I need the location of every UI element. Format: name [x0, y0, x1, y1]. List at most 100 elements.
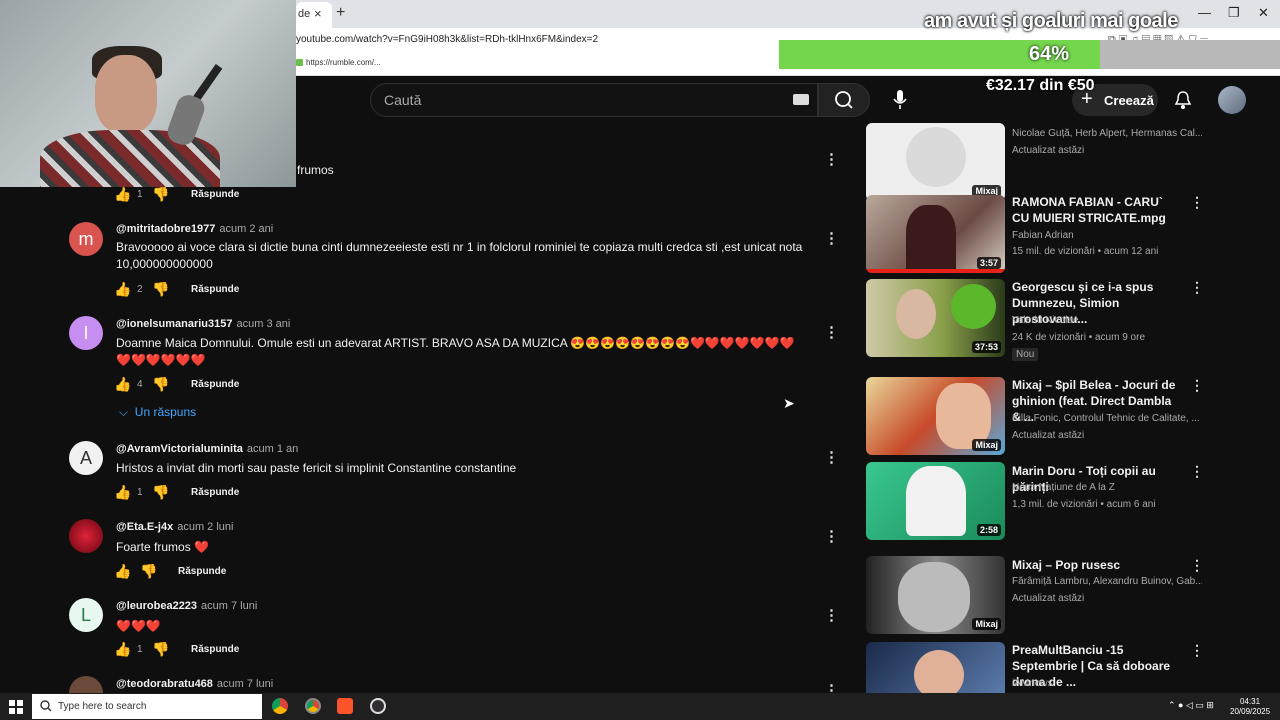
video-meta: 1,3 mil. de vizionări • acum 6 ani [1012, 499, 1156, 510]
video-channel[interactable]: Nicolae Guță, Herb Alpert, Hermanas Cal.… [1012, 128, 1202, 139]
comment-time[interactable]: acum 3 ani [237, 318, 291, 330]
minimize-button[interactable]: — [1198, 5, 1211, 20]
avatar[interactable]: I [69, 316, 103, 350]
comment-author[interactable]: @leurobea2223 acum 7 luni [116, 600, 257, 612]
video-title[interactable]: Mixaj – Pop rusesc [1012, 557, 1182, 573]
reply-button[interactable]: Răspunde [191, 379, 239, 390]
dislike-icon[interactable]: 👎 [152, 186, 169, 203]
more-icon[interactable]: ⋮ [1190, 279, 1204, 296]
comment-time[interactable]: acum 2 luni [177, 521, 233, 533]
dislike-icon[interactable]: 👎 [152, 484, 169, 501]
mix-badge: Mixaj [972, 439, 1001, 451]
comment-time[interactable]: acum 2 ani [219, 223, 273, 235]
keyboard-icon[interactable] [793, 94, 809, 105]
more-icon[interactable]: ⋮ [824, 150, 839, 168]
avatar[interactable]: L [69, 598, 103, 632]
comment-author[interactable]: @AvramVictorialuminita acum 1 an [116, 443, 298, 455]
chrome-icon[interactable] [272, 698, 288, 714]
restore-button[interactable]: ❐ [1228, 5, 1240, 21]
bell-icon[interactable] [1174, 90, 1192, 110]
bookmark-rumble[interactable]: https://rumble.com/... [306, 58, 381, 67]
more-icon[interactable]: ⋮ [824, 527, 839, 545]
avatar[interactable]: m [69, 222, 103, 256]
video-channel[interactable]: Valeriu Nicolae [1012, 315, 1202, 326]
video-channel[interactable]: Fabian Adrian [1012, 230, 1202, 241]
more-icon[interactable]: ⋮ [1190, 194, 1204, 211]
username[interactable]: @Eta.E-j4x [116, 521, 173, 533]
close-window-button[interactable]: ✕ [1258, 5, 1269, 21]
comment-author[interactable]: @ionelsumanariu3157 acum 3 ani [116, 318, 290, 330]
avatar[interactable]: A [69, 441, 103, 475]
comment-time[interactable]: acum 1 an [247, 443, 298, 455]
url-text[interactable]: youtube.com/watch?v=FnG9iH08h3k&list=RDh… [296, 34, 598, 45]
username[interactable]: @ionelsumanariu3157 [116, 318, 233, 330]
like-icon[interactable]: 👍 [114, 376, 131, 393]
reply-button[interactable]: Răspunde [191, 189, 239, 200]
comment-author[interactable]: @mitritadobre1977 acum 2 ani [116, 223, 273, 235]
comment-time[interactable]: acum 7 luni [217, 678, 273, 690]
video-thumbnail[interactable]: Mixaj [866, 123, 1005, 201]
reply-button[interactable]: Răspunde [178, 566, 226, 577]
more-icon[interactable]: ⋮ [1190, 642, 1204, 659]
video-thumbnail[interactable] [866, 642, 1005, 693]
chrome-profile-icon[interactable] [305, 698, 321, 714]
more-icon[interactable]: ⋮ [824, 323, 839, 341]
like-icon[interactable]: 👍 [114, 281, 131, 298]
username[interactable]: @AvramVictorialuminita [116, 443, 243, 455]
search-input[interactable] [370, 83, 818, 117]
video-meta: 24 K de vizionări • acum 9 ore [1012, 332, 1146, 343]
video-channel[interactable]: Noua Națiune de A la Z [1012, 482, 1202, 493]
video-thumbnail[interactable]: Mixaj [866, 556, 1005, 634]
tab-close-icon[interactable]: × [314, 6, 322, 21]
brave-icon[interactable] [337, 698, 353, 714]
chevron-down-icon: ⌵ [119, 405, 129, 419]
clock-time: 04:31 [1240, 697, 1261, 706]
show-replies-link[interactable]: ⌵ Un răspuns [119, 405, 196, 420]
browser-tab[interactable]: de × [296, 2, 332, 28]
video-channel[interactable]: Killa Fonic, Controlul Tehnic de Calitat… [1012, 413, 1202, 424]
webcam-overlay [0, 0, 296, 187]
rumble-icon [296, 59, 303, 66]
more-icon[interactable]: ⋮ [1190, 377, 1204, 394]
like-icon[interactable]: 👍 [114, 641, 131, 658]
video-thumbnail[interactable]: 3:57 [866, 195, 1005, 273]
video-channel[interactable]: Fărâmiță Lambru, Alexandru Buinov, Gab..… [1012, 576, 1202, 587]
comment-author[interactable]: @teodorabratu468 acum 7 luni [116, 678, 273, 690]
more-icon[interactable]: ⋮ [824, 229, 839, 247]
more-icon[interactable]: ⋮ [1190, 557, 1204, 574]
dislike-icon[interactable]: 👎 [152, 376, 169, 393]
dislike-icon[interactable]: 👎 [152, 641, 169, 658]
search-button[interactable] [818, 83, 870, 117]
like-icon[interactable]: 👍 [114, 186, 131, 203]
username[interactable]: @leurobea2223 [116, 600, 197, 612]
video-thumbnail[interactable]: 2:58 [866, 462, 1005, 540]
dislike-icon[interactable]: 👎 [140, 563, 157, 580]
video-thumbnail[interactable]: 37:53 [866, 279, 1005, 357]
microphone-icon[interactable] [891, 89, 909, 111]
tray-icons[interactable]: ⌃ ● ◁ ▭ ⊞ [1168, 700, 1214, 711]
reply-button[interactable]: Răspunde [191, 284, 239, 295]
more-icon[interactable]: ⋮ [1190, 463, 1204, 480]
mouse-cursor: ➤ [783, 395, 795, 411]
account-avatar[interactable] [1218, 86, 1246, 114]
windows-start-icon[interactable] [9, 700, 23, 714]
like-icon[interactable]: 👍 [114, 563, 131, 580]
more-icon[interactable]: ⋮ [824, 448, 839, 466]
video-thumbnail[interactable]: Mixaj [866, 377, 1005, 455]
obs-icon[interactable] [370, 698, 386, 714]
comment-author[interactable]: @Eta.E-j4x acum 2 luni [116, 521, 233, 533]
like-icon[interactable]: 👍 [114, 484, 131, 501]
reply-button[interactable]: Răspunde [191, 487, 239, 498]
username[interactable]: @teodorabratu468 [116, 678, 213, 690]
new-tab-button[interactable]: + [336, 4, 345, 22]
like-count: 1 [137, 189, 143, 200]
avatar[interactable] [69, 519, 103, 553]
comment-time[interactable]: acum 7 luni [201, 600, 257, 612]
more-icon[interactable]: ⋮ [824, 606, 839, 624]
reply-button[interactable]: Răspunde [191, 644, 239, 655]
taskbar-clock[interactable]: 04:31 20/09/2025 [1230, 697, 1270, 717]
dislike-icon[interactable]: 👎 [152, 281, 169, 298]
username[interactable]: @mitritadobre1977 [116, 223, 215, 235]
video-channel[interactable]: iAMnews [1012, 678, 1202, 689]
video-title[interactable]: RAMONA FABIAN - CARU` CU MUIERI STRICATE… [1012, 194, 1182, 226]
